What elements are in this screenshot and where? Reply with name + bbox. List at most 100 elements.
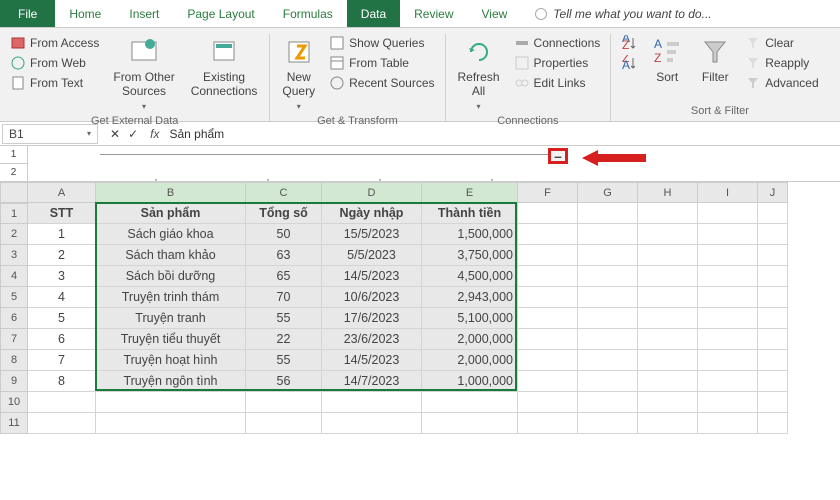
reapply-button[interactable]: Reapply (743, 54, 820, 72)
accept-formula-button[interactable]: ✓ (128, 127, 138, 141)
tab-formulas[interactable]: Formulas (269, 0, 347, 27)
cell[interactable] (638, 308, 698, 329)
cell[interactable]: 4 (28, 287, 96, 308)
show-queries-button[interactable]: Show Queries (327, 34, 436, 52)
cell[interactable] (518, 329, 578, 350)
new-query-button[interactable]: New Query▾ (278, 34, 319, 113)
cell[interactable] (638, 203, 698, 224)
row-header[interactable]: 7 (0, 329, 28, 350)
cell[interactable] (698, 203, 758, 224)
cell[interactable] (578, 245, 638, 266)
from-other-sources-button[interactable]: From Other Sources▾ (109, 34, 178, 113)
cell[interactable] (638, 245, 698, 266)
cell[interactable]: 7 (28, 350, 96, 371)
cell[interactable]: 63 (246, 245, 322, 266)
tab-page-layout[interactable]: Page Layout (173, 0, 268, 27)
cell[interactable] (518, 224, 578, 245)
cell[interactable] (518, 203, 578, 224)
cell[interactable] (578, 392, 638, 413)
row-header[interactable]: 4 (0, 266, 28, 287)
cell[interactable]: 14/7/2023 (322, 371, 422, 392)
cell[interactable] (698, 413, 758, 434)
fx-icon[interactable]: fx (150, 127, 159, 141)
select-all-corner[interactable] (0, 182, 28, 203)
recent-sources-button[interactable]: Recent Sources (327, 74, 436, 92)
cell[interactable]: Sách giáo khoa (96, 224, 246, 245)
cell[interactable] (422, 413, 518, 434)
cell[interactable] (28, 413, 96, 434)
advanced-button[interactable]: Advanced (743, 74, 820, 92)
cell[interactable] (698, 266, 758, 287)
cell[interactable] (578, 413, 638, 434)
cell[interactable] (518, 413, 578, 434)
cell[interactable]: 56 (246, 371, 322, 392)
row-header[interactable]: 8 (0, 350, 28, 371)
cell[interactable]: 14/5/2023 (322, 350, 422, 371)
outline-level-2[interactable]: 2 (0, 164, 27, 182)
cell[interactable] (638, 329, 698, 350)
tab-data[interactable]: Data (347, 0, 400, 27)
cell[interactable] (758, 413, 788, 434)
col-header-a[interactable]: A (28, 182, 96, 203)
properties-button[interactable]: Properties (512, 54, 603, 72)
cell[interactable] (638, 266, 698, 287)
cell[interactable] (578, 350, 638, 371)
cell[interactable]: 8 (28, 371, 96, 392)
cancel-formula-button[interactable]: ✕ (110, 127, 120, 141)
cell[interactable]: 1 (28, 224, 96, 245)
col-header-i[interactable]: I (698, 182, 758, 203)
tab-review[interactable]: Review (400, 0, 467, 27)
cell[interactable]: 2,943,000 (422, 287, 518, 308)
cell[interactable]: Truyện ngôn tình (96, 371, 246, 392)
refresh-all-button[interactable]: Refresh All▾ (454, 34, 504, 113)
cell[interactable]: 2,000,000 (422, 350, 518, 371)
cell[interactable]: Truyện hoạt hình (96, 350, 246, 371)
cell[interactable] (518, 392, 578, 413)
cell[interactable] (246, 413, 322, 434)
cell[interactable]: 3,750,000 (422, 245, 518, 266)
cell[interactable] (578, 308, 638, 329)
cell[interactable]: Truyện tiểu thuyết (96, 329, 246, 350)
cell[interactable]: 6 (28, 329, 96, 350)
cell[interactable]: 4,500,000 (422, 266, 518, 287)
cell[interactable]: 15/5/2023 (322, 224, 422, 245)
tab-view[interactable]: View (468, 0, 522, 27)
cell[interactable] (638, 350, 698, 371)
edit-links-button[interactable]: Edit Links (512, 74, 603, 92)
cell[interactable]: 3 (28, 266, 96, 287)
cell[interactable]: Truyện trinh thám (96, 287, 246, 308)
cell[interactable] (758, 224, 788, 245)
cell[interactable]: Tổng số (246, 203, 322, 224)
cell[interactable]: 10/6/2023 (322, 287, 422, 308)
tell-me-search[interactable]: Tell me what you want to do... (535, 0, 711, 27)
sort-button[interactable]: AZ Sort (647, 34, 687, 86)
cell[interactable] (698, 287, 758, 308)
from-web-button[interactable]: From Web (8, 54, 101, 72)
outline-level-1[interactable]: 1 (0, 146, 27, 164)
cell[interactable]: Sản phẩm (96, 203, 246, 224)
from-access-button[interactable]: From Access (8, 34, 101, 52)
cell[interactable] (96, 413, 246, 434)
cell[interactable] (518, 371, 578, 392)
cell[interactable] (518, 266, 578, 287)
cell[interactable] (758, 350, 788, 371)
cell[interactable] (758, 308, 788, 329)
sort-az-button[interactable]: AZ (619, 34, 639, 52)
existing-connections-button[interactable]: Existing Connections (187, 34, 262, 101)
cell[interactable]: Thành tiền (422, 203, 518, 224)
cell[interactable] (638, 392, 698, 413)
cell[interactable] (518, 350, 578, 371)
cell[interactable] (698, 245, 758, 266)
cell[interactable] (322, 392, 422, 413)
formula-input[interactable]: Sản phẩm (169, 127, 224, 141)
cell[interactable]: 70 (246, 287, 322, 308)
cell[interactable]: 55 (246, 350, 322, 371)
cell[interactable]: 23/6/2023 (322, 329, 422, 350)
sort-za-button[interactable]: ZA (619, 54, 639, 72)
tab-home[interactable]: Home (55, 0, 115, 27)
clear-filter-button[interactable]: Clear (743, 34, 820, 52)
cell[interactable] (518, 308, 578, 329)
cell[interactable] (638, 413, 698, 434)
cell[interactable] (758, 245, 788, 266)
cell[interactable]: Ngày nhập (322, 203, 422, 224)
